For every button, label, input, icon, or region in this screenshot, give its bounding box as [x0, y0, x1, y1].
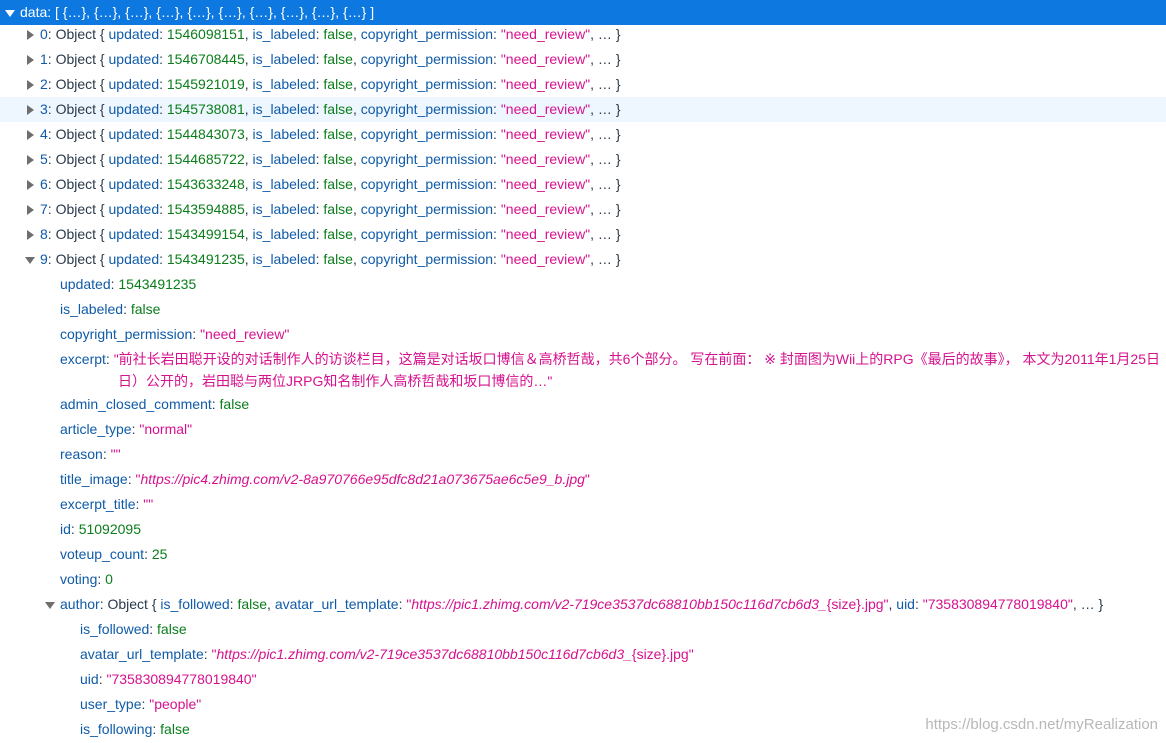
item-updated-value: 1543491235	[166, 251, 245, 267]
array-item-line: 4: Object { updated: 1544843073, is_labe…	[40, 126, 621, 142]
array-item-row[interactable]: 2: Object { updated: 1545921019, is_labe…	[0, 72, 1166, 97]
array-item-row[interactable]: 1: Object { updated: 1546708445, is_labe…	[0, 47, 1166, 72]
array-item-row[interactable]: 8: Object { updated: 1543499154, is_labe…	[0, 222, 1166, 247]
expand-toggle-icon[interactable]	[27, 205, 34, 215]
prop-voteup-count[interactable]: voteup_count: 25	[0, 542, 1166, 567]
watermark: https://blog.csdn.net/myRealization	[925, 716, 1158, 733]
collapse-toggle-icon[interactable]	[25, 257, 35, 264]
item-index: 6	[40, 176, 48, 192]
prop-title-image[interactable]: title_image: "https://pic4.zhimg.com/v2-…	[0, 467, 1166, 492]
array-item-row[interactable]: 3: Object { updated: 1545738081, is_labe…	[0, 97, 1166, 122]
array-item-line: 6: Object { updated: 1543633248, is_labe…	[40, 176, 621, 192]
author-prop-avatar-url-template[interactable]: avatar_url_template: "https://pic1.zhimg…	[0, 642, 1166, 667]
item-index: 5	[40, 151, 48, 167]
item-index: 7	[40, 201, 48, 217]
array-item-line: 9: Object { updated: 1543491235, is_labe…	[40, 251, 621, 267]
expand-toggle-icon[interactable]	[27, 130, 34, 140]
item-index: 1	[40, 51, 48, 67]
array-item-line: 5: Object { updated: 1544685722, is_labe…	[40, 151, 621, 167]
array-item-line: 2: Object { updated: 1545921019, is_labe…	[40, 76, 621, 92]
item-updated-value: 1543499154	[166, 226, 245, 242]
item-index: 3	[40, 101, 48, 117]
prop-author[interactable]: author: Object { is_followed: false, ava…	[0, 592, 1166, 617]
prop-is-labeled[interactable]: is_labeled: false	[0, 297, 1166, 322]
avatar-url-link[interactable]: https://pic1.zhimg.com/v2-719ce3537dc688…	[217, 646, 632, 662]
prop-excerpt[interactable]: excerpt: "前社长岩田聪开设的对话制作人的访谈栏目，这篇是对话坂口博信＆…	[60, 348, 1162, 392]
item-updated-value: 1543594885	[166, 201, 245, 217]
item-updated-value: 1544685722	[166, 151, 245, 167]
item-index: 8	[40, 226, 48, 242]
excerpt-line-1: "前社长岩田聪开设的对话制作人的访谈栏目，这篇是对话坂口博信＆高桥哲哉，共6个部…	[113, 351, 1160, 367]
prop-copyright-permission[interactable]: copyright_permission: "need_review"	[0, 322, 1166, 347]
array-item-row[interactable]: 9: Object { updated: 1543491235, is_labe…	[0, 247, 1166, 272]
author-prop-is-followed[interactable]: is_followed: false	[0, 617, 1166, 642]
root-key: data	[20, 4, 48, 20]
expand-toggle-icon[interactable]	[27, 105, 34, 115]
array-item-line: 0: Object { updated: 1546098151, is_labe…	[40, 26, 621, 42]
item-index: 0	[40, 26, 48, 42]
author-prop-user-type[interactable]: user_type: "people"	[0, 692, 1166, 717]
title-image-link[interactable]: https://pic4.zhimg.com/v2-8a970766e95dfc…	[140, 471, 584, 487]
array-item-row[interactable]: 0: Object { updated: 1546098151, is_labe…	[0, 22, 1166, 47]
item-updated-value: 1543633248	[166, 176, 245, 192]
prop-article-type[interactable]: article_type: "normal"	[0, 417, 1166, 442]
item-updated-value: 1545738081	[166, 101, 245, 117]
prop-reason[interactable]: reason: ""	[0, 442, 1166, 467]
prop-voting[interactable]: voting: 0	[0, 567, 1166, 592]
array-item-row[interactable]: 7: Object { updated: 1543594885, is_labe…	[0, 197, 1166, 222]
array-item-row[interactable]: 5: Object { updated: 1544685722, is_labe…	[0, 147, 1166, 172]
array-item-line: 8: Object { updated: 1543499154, is_labe…	[40, 226, 621, 242]
prop-updated[interactable]: updated: 1543491235	[0, 272, 1166, 297]
item-updated-value: 1546098151	[166, 26, 245, 42]
author-prop-uid[interactable]: uid: "735830894778019840"	[0, 667, 1166, 692]
expand-toggle-icon[interactable]	[27, 230, 34, 240]
array-item-row[interactable]: 4: Object { updated: 1544843073, is_labe…	[0, 122, 1166, 147]
expand-toggle-icon[interactable]	[27, 180, 34, 190]
prop-excerpt-title[interactable]: excerpt_title: ""	[0, 492, 1166, 517]
expand-toggle-icon[interactable]	[27, 155, 34, 165]
author-collapse-toggle-icon[interactable]	[45, 602, 55, 609]
item-index: 9	[40, 251, 48, 267]
expand-toggle-icon[interactable]	[27, 30, 34, 40]
excerpt-line-2: 日）公开的，岩田聪与两位JRPG知名制作人高桥哲哉和坂口博信的…"	[118, 373, 553, 389]
array-item-line: 1: Object { updated: 1546708445, is_labe…	[40, 51, 621, 67]
item-index: 2	[40, 76, 48, 92]
array-item-line: 7: Object { updated: 1543594885, is_labe…	[40, 201, 621, 217]
array-item-row[interactable]: 6: Object { updated: 1543633248, is_labe…	[0, 172, 1166, 197]
prop-id[interactable]: id: 51092095	[0, 517, 1166, 542]
item-index: 4	[40, 126, 48, 142]
root-preview: [ {…}, {…}, {…}, {…}, {…}, {…}, {…}, {…}…	[55, 4, 375, 20]
item-updated-value: 1546708445	[166, 51, 245, 67]
item-updated-value: 1545921019	[166, 76, 245, 92]
expand-toggle-icon[interactable]	[27, 55, 34, 65]
array-item-line: 3: Object { updated: 1545738081, is_labe…	[40, 101, 621, 117]
expand-toggle-icon[interactable]	[27, 80, 34, 90]
collapse-toggle-icon[interactable]	[5, 10, 15, 17]
prop-admin-closed-comment[interactable]: admin_closed_comment: false	[0, 392, 1166, 417]
item-updated-value: 1544843073	[166, 126, 245, 142]
